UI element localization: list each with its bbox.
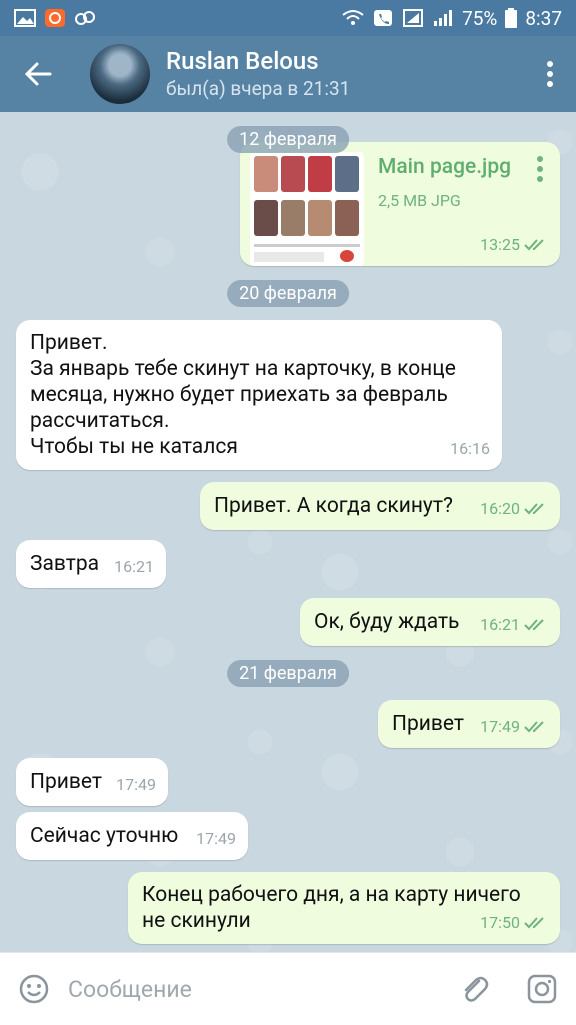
contact-name: Ruslan Belous <box>166 47 319 75</box>
sim-signal-icon <box>403 9 424 27</box>
double-check-icon <box>524 503 544 515</box>
status-left <box>14 9 96 27</box>
message-time: 16:21 <box>114 557 154 576</box>
double-check-icon <box>524 917 544 929</box>
message-text: Ок, буду ждать <box>314 610 460 634</box>
message-time: 16:16 <box>450 439 490 458</box>
status-bar: 75% 8:37 <box>0 0 576 36</box>
camera-button[interactable] <box>508 953 576 1025</box>
file-name[interactable]: Main page.jpg <box>378 154 511 180</box>
incoming-message[interactable]: Завтра 16:21 <box>16 540 166 588</box>
app-notification-icon <box>45 9 65 27</box>
more-vert-icon <box>547 61 553 87</box>
message-meta: 16:21 <box>480 612 548 638</box>
message-time: 16:20 <box>480 499 520 518</box>
signal-icon <box>434 10 453 26</box>
file-meta: 2,5 MB JPG <box>378 191 461 210</box>
back-button[interactable] <box>0 36 76 112</box>
message-time: 17:50 <box>480 913 520 932</box>
status-right: 75% 8:37 <box>342 7 562 30</box>
date-separator: 20 февраля <box>227 280 349 307</box>
double-check-icon <box>524 619 544 631</box>
emoji-button[interactable] <box>0 953 68 1025</box>
wifi-icon <box>342 10 364 25</box>
chat-header: Ruslan Belous был(а) вчера в 21:31 <box>0 36 576 112</box>
message-line: месяца, нужно будет приехать за февраль <box>30 383 448 407</box>
link-notification-icon <box>75 11 95 25</box>
double-check-icon <box>524 239 544 251</box>
message-text: Привет <box>392 712 465 736</box>
compose-bar: Сообщение <box>0 952 576 1025</box>
outgoing-message[interactable]: Привет. А когда скинут? 16:20 <box>200 482 560 530</box>
message-time: 17:49 <box>480 717 520 736</box>
outgoing-message[interactable]: Конец рабочего дня, а на карту ничего не… <box>128 872 560 944</box>
instagram-camera-icon <box>527 974 557 1004</box>
arrow-left-icon <box>24 62 52 86</box>
chat-title-block[interactable]: Ruslan Belous был(а) вчера в 21:31 <box>166 47 524 101</box>
incoming-message[interactable]: Привет 17:49 <box>16 758 168 806</box>
message-line: Привет. <box>30 331 108 355</box>
outgoing-message[interactable]: Ок, буду ждать 16:21 <box>300 598 560 646</box>
message-meta: 17:50 <box>480 910 548 936</box>
date-separator: 12 февраля <box>227 126 349 153</box>
file-menu-icon[interactable] <box>536 156 544 182</box>
message-line: Конец рабочего дня, а на карту ничего <box>142 883 521 907</box>
file-message[interactable]: Main page.jpg 2,5 MB JPG 13:25 <box>240 142 560 266</box>
avatar[interactable] <box>90 44 150 104</box>
message-line: рассчитаться. <box>30 409 170 433</box>
battery-icon <box>505 8 518 28</box>
message-text: Привет. А когда скинут? <box>214 494 453 518</box>
outgoing-message[interactable]: Привет 17:49 <box>378 700 560 748</box>
message-input[interactable]: Сообщение <box>68 976 440 1003</box>
paperclip-icon <box>464 976 489 1002</box>
message-meta: 16:21 <box>114 554 154 580</box>
message-meta: 17:49 <box>116 772 156 798</box>
more-menu-button[interactable] <box>524 36 576 112</box>
message-meta: 16:20 <box>480 496 548 522</box>
attach-button[interactable] <box>440 953 508 1025</box>
emoji-icon <box>19 974 49 1004</box>
clock: 8:37 <box>525 6 562 30</box>
incoming-message[interactable]: Сейчас уточню 17:49 <box>16 812 248 860</box>
call-icon <box>374 10 393 26</box>
battery-percent: 75% <box>462 6 498 30</box>
message-line: За январь тебе скинут на карточку, в кон… <box>30 357 456 381</box>
message-time: 13:25 <box>480 235 520 254</box>
message-time: 16:21 <box>480 615 520 634</box>
double-check-icon <box>524 721 544 733</box>
message-meta: 13:25 <box>480 232 548 258</box>
date-separator: 21 февраля <box>227 660 349 687</box>
file-thumbnail[interactable] <box>250 152 364 266</box>
message-line: Чтобы ты не катался <box>30 435 238 459</box>
message-text: Сейчас уточню <box>30 824 179 848</box>
last-seen: был(а) вчера в 21:31 <box>166 77 351 100</box>
message-list[interactable]: Main page.jpg 2,5 MB JPG 13:25 12 феврал… <box>0 112 576 952</box>
message-meta: 17:49 <box>196 826 236 852</box>
message-time: 17:49 <box>196 829 236 848</box>
message-meta: 16:16 <box>450 436 490 462</box>
gallery-notification-icon <box>14 9 36 27</box>
message-text: Завтра <box>30 552 100 576</box>
message-meta: 17:49 <box>480 714 548 740</box>
message-time: 17:49 <box>116 775 156 794</box>
incoming-message[interactable]: Привет. За январь тебе скинут на карточк… <box>16 320 502 470</box>
message-text: Привет <box>30 770 103 794</box>
